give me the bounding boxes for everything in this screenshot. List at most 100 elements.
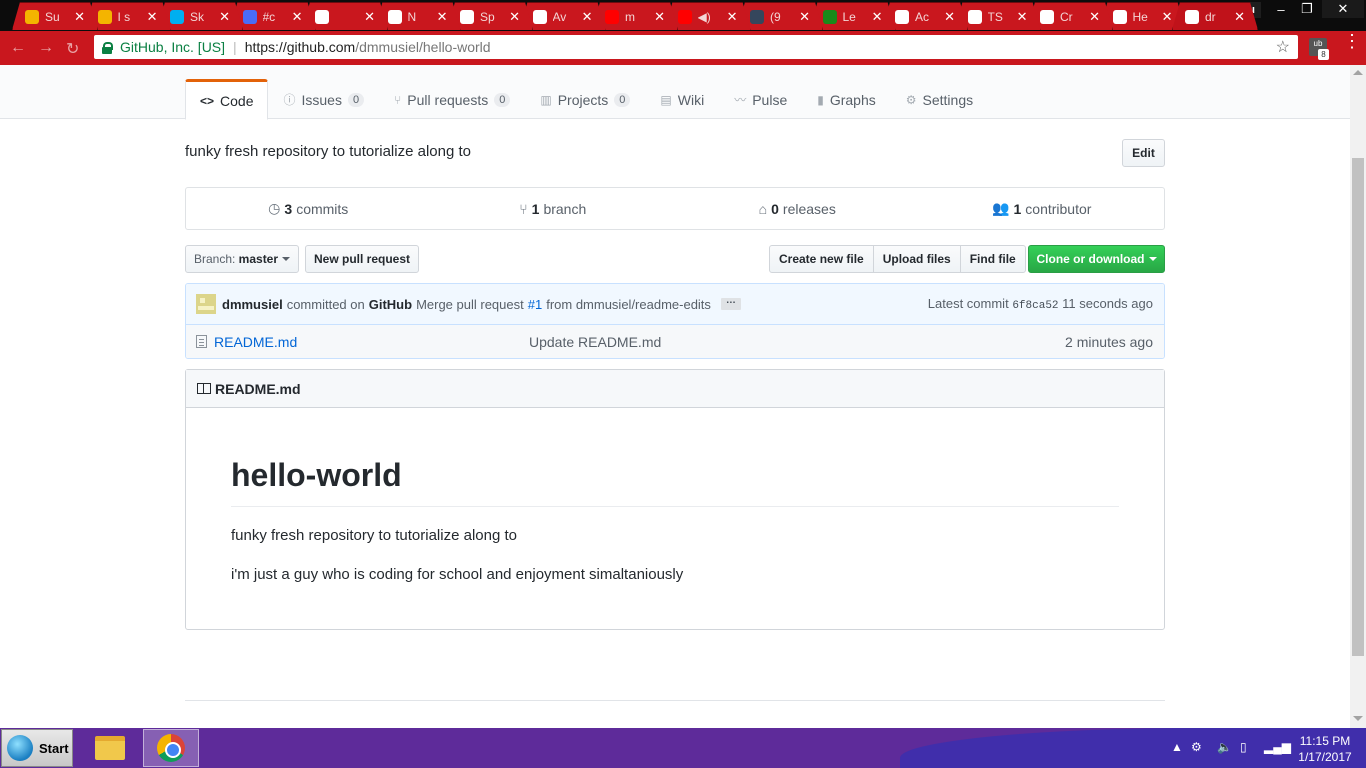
new-pull-request-button[interactable]: New pull request xyxy=(305,245,419,273)
browser-tab[interactable]: Sk ✕ xyxy=(157,2,243,30)
branch-icon: ⑂ xyxy=(519,200,528,217)
tab-projects[interactable]: ▥ Projects 0 xyxy=(525,79,645,120)
scroll-down-icon[interactable] xyxy=(1353,716,1363,721)
browser-tab[interactable]: Cr ✕ xyxy=(1027,2,1113,30)
close-tab-icon[interactable]: ✕ xyxy=(292,9,303,25)
clone-download-button[interactable]: Clone or download xyxy=(1028,245,1165,273)
branches-link[interactable]: ⑂ 1 branch xyxy=(431,188,676,229)
branch-select-button[interactable]: Branch: master xyxy=(185,245,299,273)
releases-link[interactable]: ⌂ 0 releases xyxy=(675,188,920,229)
steam-icon[interactable]: ⚙ xyxy=(1191,740,1202,754)
contributors-link[interactable]: 👥 1 contributor xyxy=(920,188,1165,229)
find-file-button[interactable]: Find file xyxy=(959,245,1026,273)
commit-sha[interactable]: 6f8ca52 xyxy=(1012,300,1058,312)
table-row: README.md Update README.md 2 minutes ago xyxy=(186,325,1164,358)
minimize-button[interactable]: – xyxy=(1268,0,1294,18)
close-tab-icon[interactable]: ✕ xyxy=(147,9,158,25)
restore-button[interactable]: ❐ xyxy=(1294,0,1320,18)
browser-tab[interactable]: ◀) ✕ xyxy=(665,2,751,30)
address-bar[interactable]: GitHub, Inc. [US] | https://github.com/d… xyxy=(94,35,1298,59)
browser-tab[interactable]: Ac ✕ xyxy=(882,2,968,30)
close-tab-icon[interactable]: ✕ xyxy=(799,9,810,25)
avatar[interactable] xyxy=(196,294,216,314)
browser-tab[interactable]: He ✕ xyxy=(1100,2,1186,30)
browser-menu-icon[interactable]: ⋮ xyxy=(1343,32,1361,50)
close-tab-icon[interactable]: ✕ xyxy=(872,9,883,25)
browser-tab[interactable]: #c ✕ xyxy=(230,2,316,30)
close-tab-icon[interactable]: ✕ xyxy=(509,9,520,25)
browser-tab[interactable]: Le ✕ xyxy=(810,2,896,30)
chrome-swirl-icon xyxy=(98,10,112,24)
scroll-up-icon[interactable] xyxy=(1353,70,1363,75)
tab-graphs[interactable]: ▮ Graphs xyxy=(802,79,891,120)
tab-pull-requests[interactable]: ⑂ Pull requests 0 xyxy=(379,79,525,120)
repo-description: funky fresh repository to tutorialize al… xyxy=(185,143,471,160)
expand-commit-button[interactable]: … xyxy=(720,296,741,310)
readme-heading: hello-world xyxy=(231,457,1119,507)
count-badge: 0 xyxy=(614,92,631,107)
close-tab-icon[interactable]: ✕ xyxy=(727,9,738,25)
browser-tab[interactable]: (9 ✕ xyxy=(737,2,823,30)
browser-tab[interactable]: I s ✕ xyxy=(85,2,171,30)
close-tab-icon[interactable]: ✕ xyxy=(437,9,448,25)
tab-settings[interactable]: ⚙ Settings xyxy=(891,79,988,120)
close-tab-icon[interactable]: ✕ xyxy=(1017,9,1028,25)
close-tab-icon[interactable]: ✕ xyxy=(582,9,593,25)
browser-tab[interactable]: m ✕ xyxy=(592,2,678,30)
browser-tab[interactable]: Su ✕ xyxy=(12,2,98,30)
close-tab-icon[interactable]: ✕ xyxy=(1089,9,1100,25)
commit-message-suffix[interactable]: from dmmusiel/readme-edits xyxy=(546,297,711,312)
forward-icon[interactable]: → xyxy=(38,39,54,57)
pr-link[interactable]: #1 xyxy=(528,297,542,312)
close-tab-icon[interactable]: ✕ xyxy=(654,9,665,25)
browser-tab[interactable]: N ✕ xyxy=(375,2,461,30)
repo-header: <> Code ⓘ Issues 0 ⑂ Pull requests 0 ▥ Projects 0 ▤… xyxy=(0,65,1350,120)
file-commit-message[interactable]: Update README.md xyxy=(529,334,661,350)
browser-tab[interactable]: TS ✕ xyxy=(955,2,1041,30)
upload-files-button[interactable]: Upload files xyxy=(872,245,961,273)
start-button[interactable]: Start xyxy=(1,729,73,767)
battery-icon[interactable]: ▯ xyxy=(1240,740,1247,754)
file-age: 2 minutes ago xyxy=(1065,333,1153,350)
close-window-button[interactable]: ✕ xyxy=(1322,0,1364,18)
close-tab-icon[interactable]: ✕ xyxy=(944,9,955,25)
volume-icon[interactable]: 🔈 xyxy=(1217,740,1232,754)
browser-tab[interactable]: Av ✕ xyxy=(520,2,606,30)
lock-icon xyxy=(102,41,113,54)
chevron-down-icon xyxy=(282,257,291,261)
bookmark-star-icon[interactable]: ☆ xyxy=(1276,37,1290,57)
scrollbar-thumb[interactable] xyxy=(1352,158,1364,656)
file-name-link[interactable]: README.md xyxy=(214,334,297,350)
browser-tab[interactable]: Sp ✕ xyxy=(447,2,533,30)
close-tab-icon[interactable]: ✕ xyxy=(364,9,375,25)
back-icon[interactable]: ← xyxy=(10,39,26,57)
commit-message-prefix[interactable]: Merge pull request xyxy=(416,297,524,312)
browser-tab[interactable]: ✕ xyxy=(302,2,388,30)
reload-icon[interactable]: ↻ xyxy=(66,39,79,59)
taskbar-chrome[interactable] xyxy=(143,729,199,767)
browser-tab-title: TS xyxy=(987,9,1003,24)
tab-issues[interactable]: ⓘ Issues 0 xyxy=(268,79,379,120)
close-tab-icon[interactable]: ✕ xyxy=(74,9,85,25)
tab-wiki[interactable]: ▤ Wiki xyxy=(645,79,719,120)
close-tab-icon[interactable]: ✕ xyxy=(1162,9,1173,25)
commit-author[interactable]: dmmusiel xyxy=(222,297,283,312)
edit-description-button[interactable]: Edit xyxy=(1122,139,1165,167)
browser-tab[interactable]: dr ✕ xyxy=(1172,2,1258,30)
tray-expand-icon[interactable]: ▲ xyxy=(1171,740,1183,754)
file-icon xyxy=(196,335,207,348)
repo-nav: <> Code ⓘ Issues 0 ⑂ Pull requests 0 ▥ Projects 0 ▤… xyxy=(185,79,988,120)
browser-tab-title: I s xyxy=(117,9,131,24)
tab-code[interactable]: <> Code xyxy=(185,79,269,120)
tab-label: Graphs xyxy=(829,91,876,108)
taskbar-explorer[interactable] xyxy=(82,729,138,767)
commits-link[interactable]: ◷ 3 commits xyxy=(186,188,431,229)
footer-divider xyxy=(185,700,1165,701)
close-tab-icon[interactable]: ✕ xyxy=(219,9,230,25)
create-new-file-button[interactable]: Create new file xyxy=(769,245,874,273)
network-signal-icon[interactable]: ▂▄▆ xyxy=(1264,740,1291,754)
graph-icon: ▮ xyxy=(817,92,824,107)
close-tab-icon[interactable]: ✕ xyxy=(1234,9,1245,25)
tab-pulse[interactable]: 〰 Pulse xyxy=(719,79,802,120)
taskbar-clock[interactable]: 11:15 PM 1/17/2017 xyxy=(1294,733,1356,765)
